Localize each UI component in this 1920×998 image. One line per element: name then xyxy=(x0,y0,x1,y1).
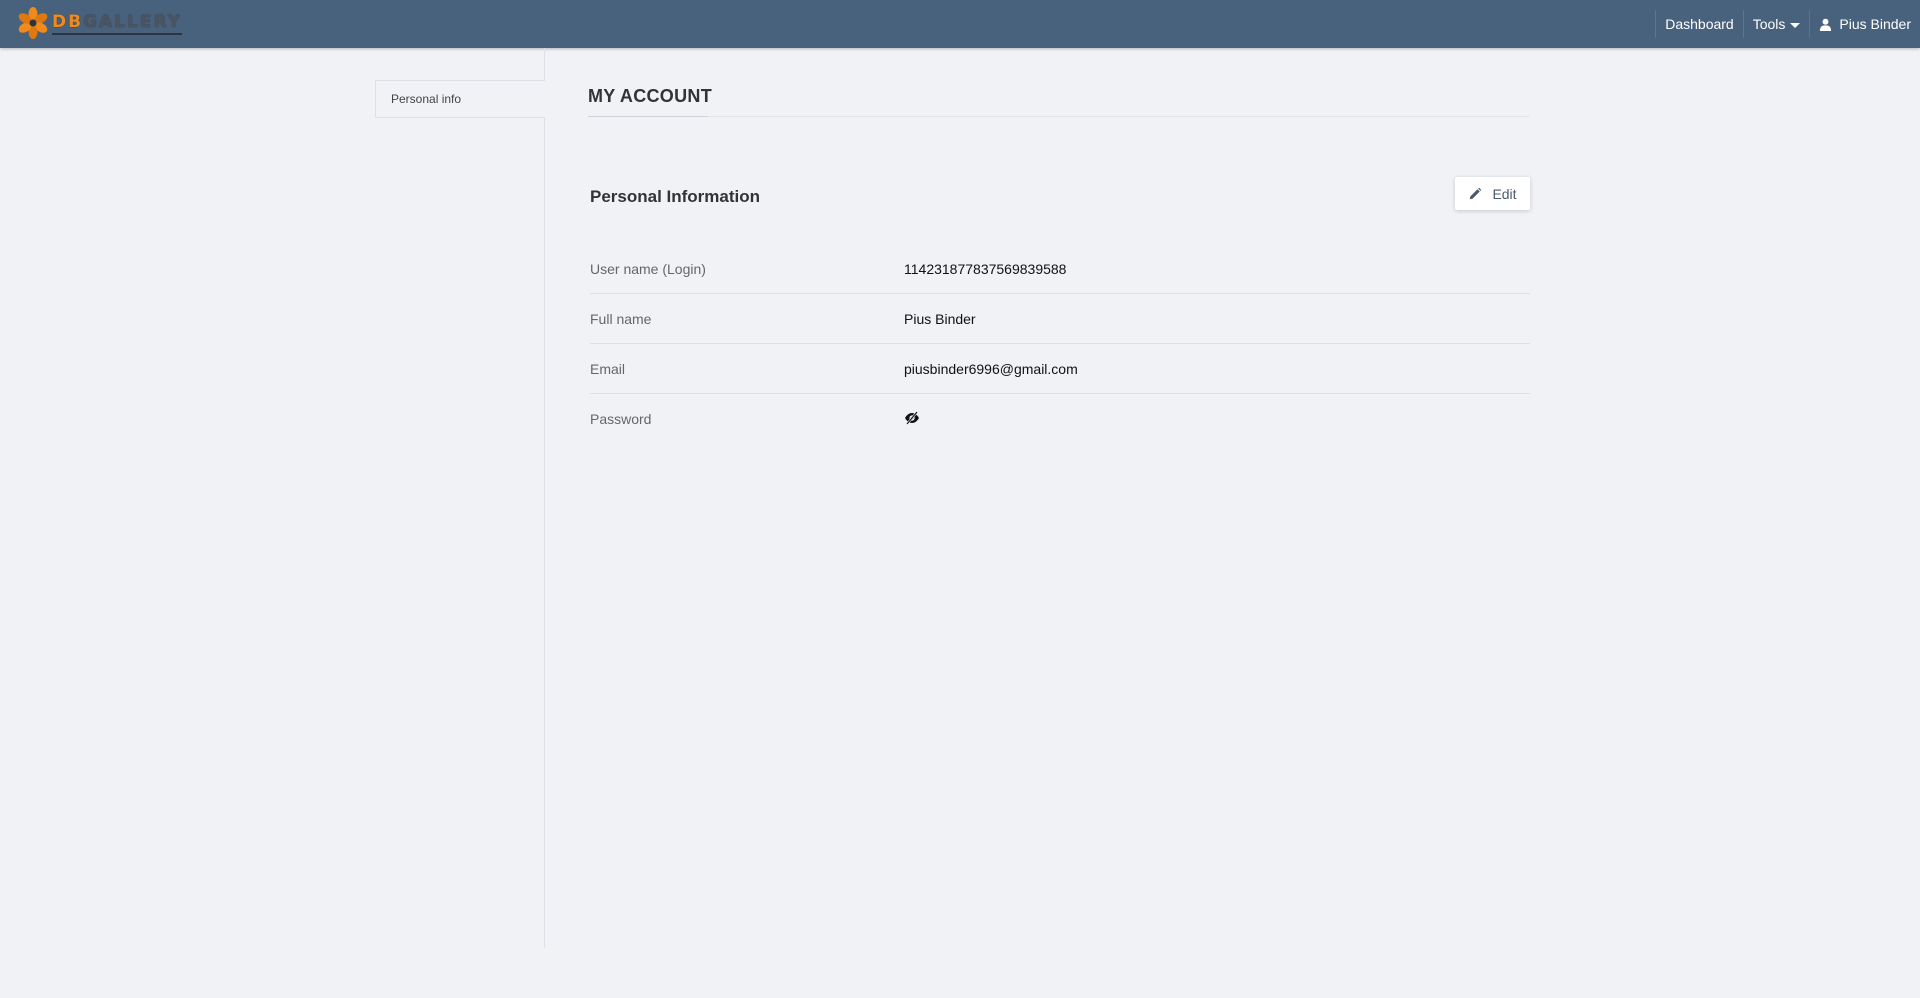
sidebar-item-personal-info[interactable]: Personal info xyxy=(375,80,545,118)
nav-user-name: Pius Binder xyxy=(1839,16,1911,32)
email-value: piusbinder6996@gmail.com xyxy=(904,360,1078,377)
info-row-email: Email piusbinder6996@gmail.com xyxy=(590,344,1530,394)
page-title: MY ACCOUNT xyxy=(588,86,712,106)
nav-tools-label: Tools xyxy=(1752,16,1786,32)
username-label: User name (Login) xyxy=(590,260,706,277)
orange-flower-icon xyxy=(18,7,48,39)
account-sidebar: Personal info xyxy=(375,48,545,948)
sidebar-item-label: Personal info xyxy=(391,92,462,106)
section-title: Personal Information xyxy=(590,187,761,206)
edit-button-label: Edit xyxy=(1492,185,1517,202)
info-row-full-name: Full name Pius Binder xyxy=(590,294,1530,344)
nav-tools-dropdown[interactable]: Tools xyxy=(1744,0,1810,48)
pencil-icon xyxy=(1470,187,1482,199)
brand-name: DBGALLERY xyxy=(52,12,182,35)
password-label: Password xyxy=(590,411,652,427)
email-label: Email xyxy=(590,360,626,377)
caret-down-icon xyxy=(1790,22,1801,28)
edit-button[interactable]: Edit xyxy=(1455,177,1530,210)
eye-slash-icon[interactable] xyxy=(904,410,920,426)
brand-name-part2: GALLERY xyxy=(83,11,182,32)
personal-info-table: User name (Login) 114231877837569839588 … xyxy=(590,244,1530,444)
brand-logo[interactable]: DBGALLERY xyxy=(16,6,182,40)
top-navbar: DBGALLERY Dashboard Tools Pius Binder xyxy=(0,0,1920,48)
brand-name-part1: DB xyxy=(52,11,84,32)
title-divider xyxy=(588,116,1530,117)
navbar-right: Dashboard Tools Pius Binder xyxy=(1655,0,1920,48)
nav-dashboard-label: Dashboard xyxy=(1665,16,1734,32)
password-value xyxy=(904,410,920,429)
nav-user-menu[interactable]: Pius Binder xyxy=(1810,0,1920,48)
nav-dashboard-link[interactable]: Dashboard xyxy=(1656,0,1743,48)
info-row-password: Password xyxy=(590,394,1530,444)
full-name-value: Pius Binder xyxy=(904,310,976,327)
username-value: 114231877837569839588 xyxy=(904,260,1067,277)
full-name-label: Full name xyxy=(590,310,652,327)
info-row-username: User name (Login) 114231877837569839588 xyxy=(590,244,1530,294)
user-icon xyxy=(1820,18,1832,31)
